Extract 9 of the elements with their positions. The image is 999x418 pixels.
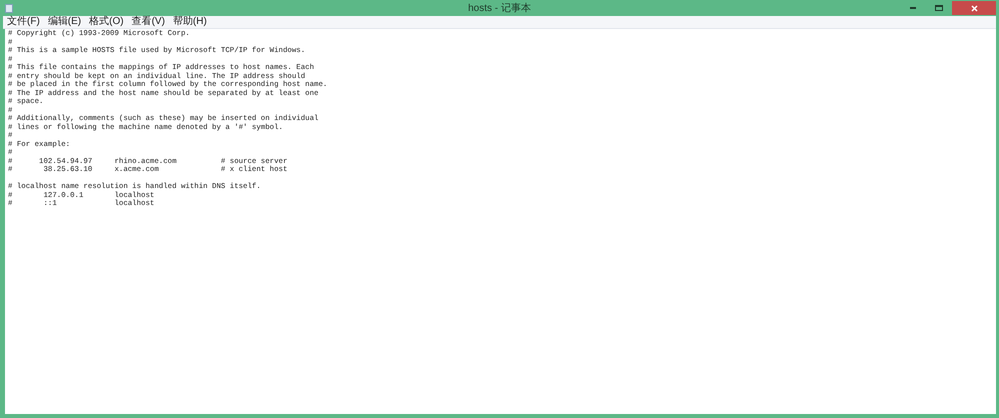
close-button[interactable]	[952, 1, 996, 15]
menu-item[interactable]: 文件(F)	[7, 16, 40, 28]
menu-item[interactable]: 格式(O)	[89, 16, 124, 28]
notepad-icon	[5, 4, 13, 12]
menu-item[interactable]: 查看(V)	[132, 16, 165, 28]
close-icon	[970, 4, 978, 12]
menu-item[interactable]: 帮助(H)	[172, 16, 207, 28]
window-title: hosts - 记事本	[468, 2, 531, 16]
menu-item[interactable]: 编辑(E)	[48, 16, 82, 28]
